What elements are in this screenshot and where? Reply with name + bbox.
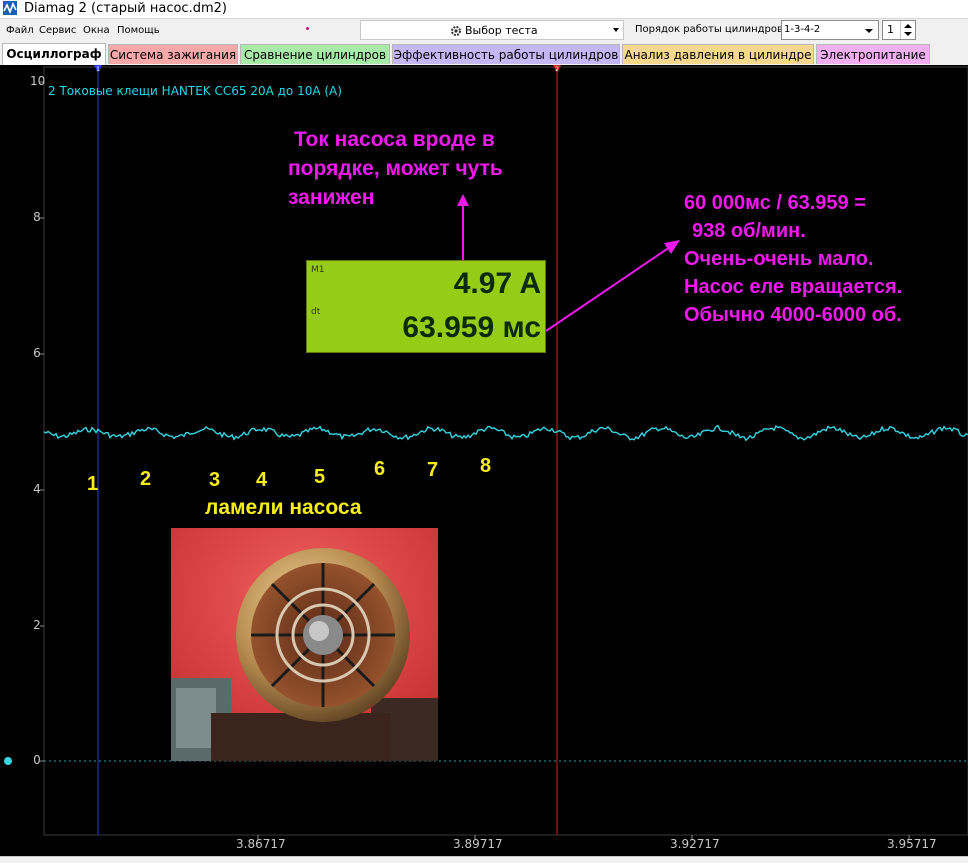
tab-cylinder-compare[interactable]: Сравнение цилиндров (240, 44, 390, 64)
dt-tag: dt (311, 307, 321, 317)
x-tick-label: 3.92717 (670, 837, 720, 851)
annotation-line: 60 000мс / 63.959 = (684, 192, 866, 214)
cursor-1-label[interactable]: 1 (94, 66, 102, 73)
y-tick-marks (40, 81, 44, 762)
annotation-arrow-right (545, 246, 671, 332)
test-select-label: Выбор теста (465, 24, 538, 37)
annotation-line: Обычно 4000-6000 об. (684, 304, 902, 326)
y-tick-label: 2 (33, 618, 41, 632)
measurement-box[interactable]: M1 4.97 A dt 63.959 мс (306, 260, 546, 353)
menu-help[interactable]: Помощь (117, 25, 160, 36)
lamel-number: 7 (427, 459, 439, 481)
cylinder-start-stepper[interactable]: 1 (882, 20, 916, 40)
lamel-number: 1 (87, 473, 99, 495)
chevron-down-icon (865, 29, 873, 33)
indicator-dot (306, 27, 309, 30)
dt-value: 63.959 мс (402, 311, 541, 344)
annotation-line: Ток насоса вроде в (294, 128, 495, 151)
app-logo-icon (3, 1, 17, 15)
gear-icon (449, 23, 463, 42)
y-tick-label: 8 (33, 210, 41, 224)
arrow-up-icon[interactable] (904, 24, 912, 28)
cylinder-order-select[interactable]: 1-3-4-2 (781, 20, 879, 40)
tab-ignition[interactable]: Система зажигания (108, 44, 238, 64)
arrow-down-icon[interactable] (904, 32, 912, 36)
y-tick-label: 0 (33, 753, 41, 767)
window-title: Diamag 2 (старый насос.dm2) (24, 1, 227, 16)
lamel-number: 3 (209, 469, 221, 491)
annotation-rpm-calc: 60 000мс / 63.959 = 938 об/мин. Очень-оч… (684, 189, 964, 329)
menu-service[interactable]: Сервис (39, 25, 76, 36)
y-tick-label: 6 (33, 346, 41, 360)
annotation-line: 938 об/мин. (692, 220, 806, 242)
stepper-buttons[interactable] (900, 21, 915, 39)
annotation-line: Насос еле вращается. (684, 276, 903, 298)
tab-power-supply[interactable]: Электропитание (816, 44, 930, 64)
channel-label: 2 Токовые клещи HANTEK CC65 20A до 10A (… (48, 84, 342, 98)
menu-windows[interactable]: Окна (83, 25, 110, 36)
x-tick-label: 3.95717 (887, 837, 937, 851)
annotation-arrowhead-right (664, 240, 680, 254)
annotation-line: порядке, может чуть (288, 157, 503, 180)
cylinder-order-label: Порядок работы цилиндров (635, 24, 783, 35)
x-tick-label: 3.86717 (236, 837, 286, 851)
y-tick-label: 4 (33, 482, 41, 496)
menu-file[interactable]: Файл (6, 25, 34, 36)
annotation-line: занижен (288, 186, 375, 209)
signal-trace (43, 424, 968, 442)
m1-tag: M1 (311, 265, 325, 275)
tab-pressure-analysis[interactable]: Анализ давления в цилиндре (622, 44, 814, 64)
tab-bar: Осциллограф Система зажигания Сравнение … (0, 43, 968, 65)
pump-commutator-photo (171, 528, 438, 761)
chevron-down-icon (613, 28, 619, 32)
lamels-title: ламели насоса (205, 496, 362, 519)
tab-cylinder-efficiency[interactable]: Эффективность работы цилиндров (392, 44, 620, 64)
oscilloscope-plot[interactable]: 1 2 10 8 6 4 2 0 3.86717 3.89717 3.92717… (0, 65, 968, 856)
annotation-pump-current: Ток насоса вроде в порядке, может чуть з… (288, 125, 538, 212)
cursor-2-label[interactable]: 2 (553, 66, 561, 73)
y-tick-label: 10 (30, 74, 46, 88)
title-bar: Diamag 2 (старый насос.dm2) (0, 0, 968, 19)
annotation-line: Очень-очень мало. (684, 248, 874, 270)
lamel-number: 8 (480, 455, 492, 477)
lamel-number: 5 (314, 466, 326, 488)
x-tick-label: 3.89717 (453, 837, 503, 851)
test-select-dropdown[interactable]: Выбор теста (360, 20, 624, 40)
lamel-number: 4 (256, 469, 268, 491)
m1-value: 4.97 A (453, 267, 541, 300)
channel-marker (4, 757, 12, 765)
cylinder-start-value: 1 (887, 23, 894, 36)
lamel-number: 2 (140, 468, 152, 490)
lamel-number: 6 (374, 458, 386, 480)
tab-oscilloscope[interactable]: Осциллограф (2, 43, 106, 65)
cylinder-order-value: 1-3-4-2 (784, 24, 821, 35)
x-tick-marks (257, 835, 910, 840)
